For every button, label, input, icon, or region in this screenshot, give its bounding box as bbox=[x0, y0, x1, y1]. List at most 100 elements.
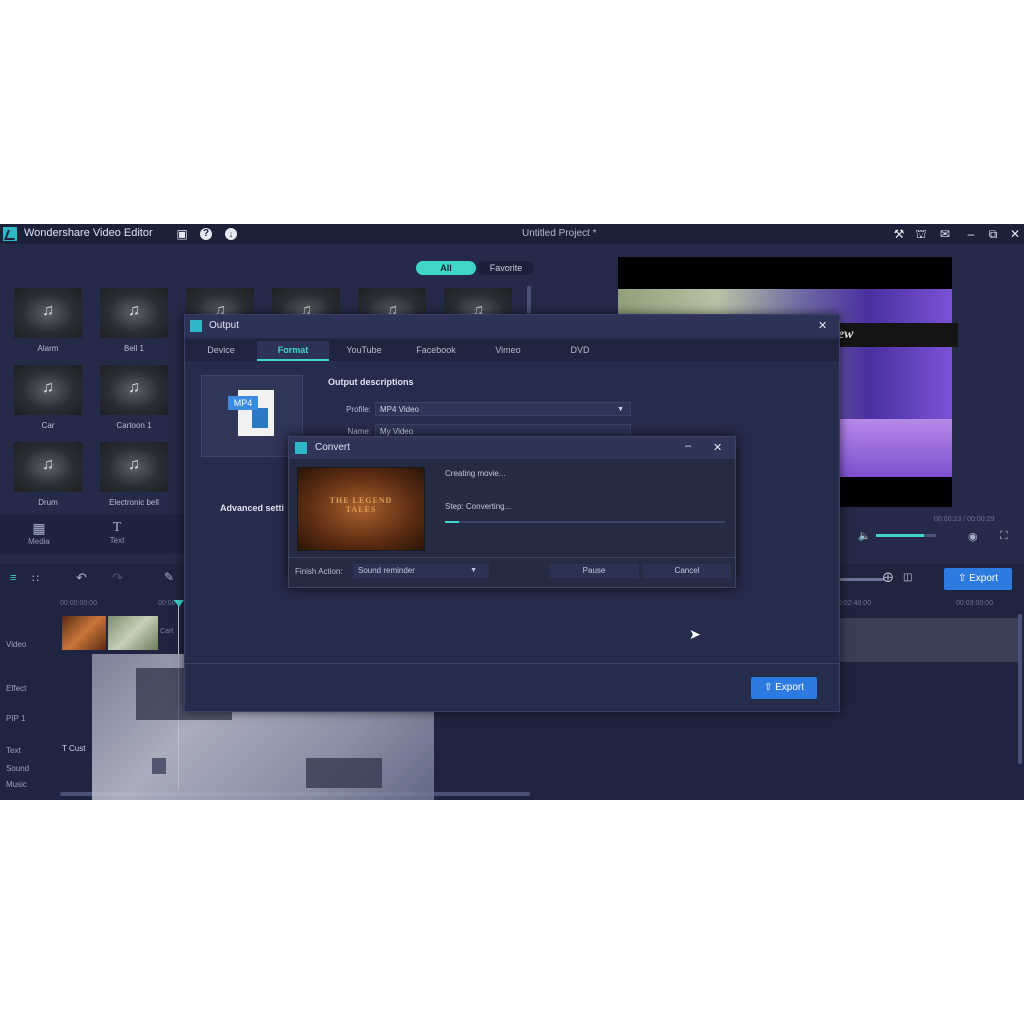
storyboard-icon[interactable]: ∷ bbox=[32, 572, 39, 585]
redo-icon[interactable]: ↷ bbox=[112, 570, 123, 586]
sound-label: Car bbox=[41, 421, 55, 430]
pause-button[interactable]: Pause bbox=[549, 564, 639, 578]
output-section-title: Output descriptions bbox=[328, 377, 414, 387]
convert-step: Step: Converting... bbox=[445, 502, 512, 511]
preview-overlay-text: iew bbox=[828, 323, 958, 347]
thumbnail-text: THE LEGEND TALES bbox=[329, 496, 393, 514]
track-music: Music bbox=[6, 780, 27, 789]
track-effect: Effect bbox=[6, 684, 27, 693]
profile-label: Profile: bbox=[346, 405, 371, 414]
tab-facebook[interactable]: Facebook bbox=[403, 341, 469, 359]
tab-vimeo[interactable]: Vimeo bbox=[475, 341, 541, 359]
preview-time: 00:00:23 / 00:00:29 bbox=[934, 516, 995, 523]
sound-item-car[interactable] bbox=[14, 365, 82, 415]
tab-youtube[interactable]: YouTube bbox=[331, 341, 397, 359]
finish-action-label: Finish Action: bbox=[295, 567, 343, 576]
zoom-in-icon[interactable]: ⨁ bbox=[883, 572, 893, 583]
save-icon[interactable]: ▣ bbox=[175, 227, 189, 241]
timeline-vscroll[interactable] bbox=[1018, 614, 1022, 764]
mouse-cursor-icon: ➤ bbox=[689, 626, 701, 642]
media-icon: ▦ bbox=[32, 520, 46, 536]
chevron-down-icon: ▼ bbox=[470, 567, 477, 574]
cancel-button[interactable]: Cancel bbox=[643, 564, 731, 578]
chevron-down-icon: ▼ bbox=[617, 406, 624, 413]
sound-item-electronic-bell[interactable] bbox=[100, 442, 168, 492]
text-icon: T bbox=[112, 520, 122, 535]
volume-icon[interactable]: 🔈 bbox=[858, 531, 870, 542]
export-icon: ⇧ bbox=[957, 573, 970, 584]
ruler-mark: 00:03:00:00 bbox=[956, 600, 993, 607]
convert-close-icon[interactable]: ✕ bbox=[713, 441, 722, 454]
tab-dvd[interactable]: DVD bbox=[547, 341, 613, 359]
convert-minimize-icon[interactable]: – bbox=[685, 440, 691, 452]
finish-action-value: Sound reminder bbox=[358, 566, 415, 575]
playhead-handle[interactable] bbox=[174, 600, 184, 607]
undo-icon[interactable]: ↶ bbox=[76, 570, 87, 586]
title-bar: Wondershare Video Editor ▣ ? ↓ Untitled … bbox=[0, 224, 1024, 244]
convert-header: Convert – ✕ bbox=[289, 437, 735, 459]
text-label: Text bbox=[109, 536, 125, 545]
output-title: Output bbox=[209, 320, 240, 331]
app-window: Wondershare Video Editor ▣ ? ↓ Untitled … bbox=[0, 224, 1024, 800]
cart-icon[interactable]: ⛫ bbox=[914, 227, 928, 241]
sound-item-drum[interactable] bbox=[14, 442, 82, 492]
output-header: Output ✕ bbox=[185, 315, 839, 337]
volume-slider[interactable] bbox=[876, 534, 936, 537]
sound-label: Drum bbox=[38, 498, 58, 507]
tab-format[interactable]: Format bbox=[257, 341, 329, 361]
sound-item-cartoon1[interactable] bbox=[100, 365, 168, 415]
convert-progress-fill bbox=[445, 521, 459, 523]
output-close-icon[interactable]: ✕ bbox=[818, 319, 827, 332]
zoom-slider[interactable] bbox=[840, 578, 884, 581]
fullscreen-icon[interactable]: ⛶ bbox=[1000, 530, 1008, 543]
profile-value: MP4 Video bbox=[380, 405, 419, 414]
library-scrollbar[interactable] bbox=[527, 286, 531, 314]
track-video: Video bbox=[6, 640, 27, 649]
advanced-settings-label[interactable]: Advanced setti bbox=[220, 503, 284, 513]
project-title: Untitled Project * bbox=[522, 228, 597, 239]
export-label: Export bbox=[969, 573, 999, 584]
name-label: Name: bbox=[347, 427, 371, 436]
filter-all[interactable]: All bbox=[416, 261, 476, 275]
ruler-start: 00:00:00:00 bbox=[60, 600, 97, 607]
text-tool[interactable]: T Text bbox=[102, 520, 132, 545]
timeline-view-icon[interactable]: ≡ bbox=[10, 572, 16, 584]
format-badge: MP4 bbox=[228, 396, 258, 410]
divider bbox=[185, 663, 839, 664]
snapshot-icon[interactable]: ◉ bbox=[968, 530, 978, 543]
export-label: Export bbox=[775, 682, 805, 693]
output-logo-icon bbox=[190, 320, 202, 332]
convert-title: Convert bbox=[315, 442, 351, 453]
video-clip[interactable] bbox=[108, 616, 158, 650]
minimize-icon[interactable]: – bbox=[964, 227, 978, 241]
text-clip[interactable]: T Cust bbox=[62, 744, 85, 753]
close-icon[interactable]: ✕ bbox=[1008, 227, 1022, 241]
chat-icon[interactable]: ✉ bbox=[938, 227, 952, 241]
divider bbox=[289, 557, 735, 558]
wrench-icon[interactable]: ⚒ bbox=[892, 227, 906, 241]
finish-action-select[interactable]: Sound reminder ▼ bbox=[353, 564, 489, 578]
tab-device[interactable]: Device bbox=[191, 341, 251, 359]
sound-label: Cartoon 1 bbox=[116, 421, 152, 430]
convert-progress-bar bbox=[445, 521, 725, 523]
app-title: Wondershare Video Editor bbox=[24, 227, 153, 239]
download-icon[interactable]: ↓ bbox=[225, 228, 237, 240]
edit-icon[interactable]: ✎ bbox=[164, 570, 174, 584]
video-clip[interactable] bbox=[62, 616, 106, 650]
ruler-mark: 0:02:40:00 bbox=[838, 600, 872, 607]
app-logo-icon bbox=[3, 227, 17, 241]
preview-shape bbox=[833, 419, 952, 477]
sound-item-bell1[interactable] bbox=[100, 288, 168, 338]
media-tool[interactable]: ▦ Media bbox=[24, 520, 54, 546]
filter-favorite[interactable]: Favorite bbox=[478, 261, 534, 275]
fit-icon[interactable]: ◫ bbox=[903, 572, 912, 583]
volume-fill bbox=[876, 534, 924, 537]
sound-label: Bell 1 bbox=[123, 344, 144, 353]
main-export-button[interactable]: ⇧ Export bbox=[944, 568, 1012, 590]
profile-select[interactable]: MP4 Video ▼ bbox=[375, 402, 631, 416]
track-pip: PIP 1 bbox=[6, 714, 26, 723]
help-icon[interactable]: ? bbox=[200, 228, 212, 240]
sound-item-alarm[interactable] bbox=[14, 288, 82, 338]
restore-icon[interactable]: ⧉ bbox=[986, 227, 1000, 241]
output-export-button[interactable]: ⇧ Export bbox=[751, 677, 817, 699]
